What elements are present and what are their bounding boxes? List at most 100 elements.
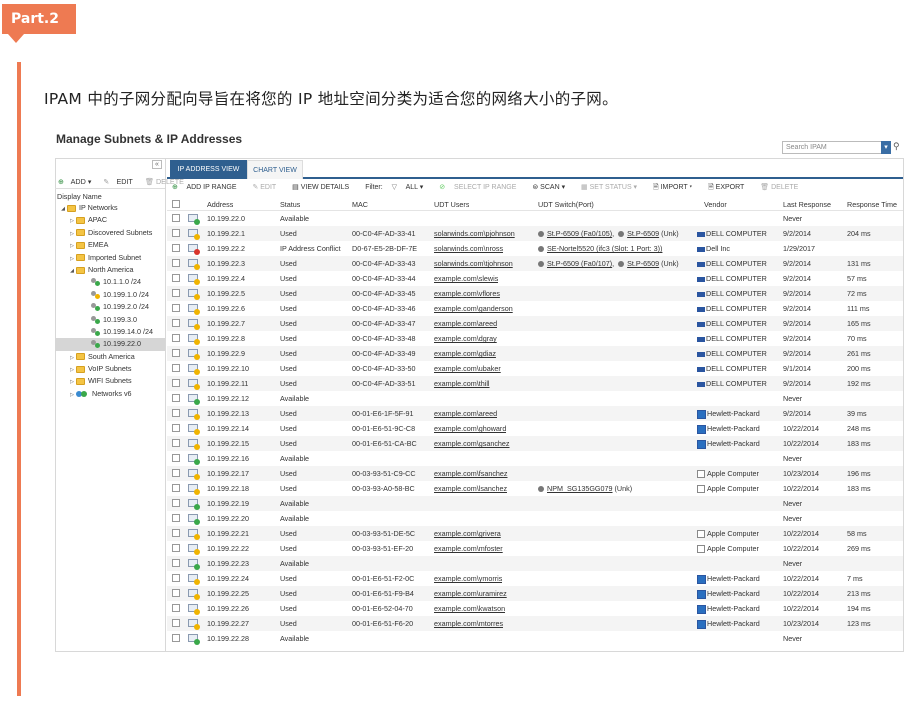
row-checkbox[interactable] <box>172 559 180 567</box>
switch-port-link[interactable]: NPM_SG135GG079 <box>547 484 613 493</box>
tree-node[interactable]: ▷ APAC <box>55 214 165 226</box>
table-row[interactable]: 10.199.22.14 Used 00-01-E6-51-9C-C8 example… <box>167 421 903 436</box>
view-details-button[interactable]: ▤ VIEW DETAILS <box>292 184 356 191</box>
udt-user-link[interactable]: solarwinds.com\nross <box>434 241 503 256</box>
udt-user-link[interactable]: example.com\gdiaz <box>434 346 496 361</box>
udt-user-link[interactable]: example.com\areed <box>434 316 497 331</box>
row-checkbox[interactable] <box>172 364 180 372</box>
tree-node[interactable]: 10.199.1.0 /24 <box>55 289 165 301</box>
sidebar-edit-button[interactable]: ✎ EDIT <box>103 177 137 186</box>
scan-dropdown[interactable]: ⊜ SCAN ▾ <box>532 184 572 191</box>
udt-user-link[interactable]: example.com\thill <box>434 376 490 391</box>
udt-user-link[interactable]: example.com\ghoward <box>434 421 506 436</box>
table-row[interactable]: 10.199.22.3 Used 00-C0-4F-AD-33-43 solarwin… <box>167 256 903 271</box>
row-checkbox[interactable] <box>172 589 180 597</box>
table-row[interactable]: 10.199.22.2 IP Address Conflict D0-67-E5-2… <box>167 241 903 256</box>
tree-node[interactable]: 10.199.2.0 /24 <box>55 301 165 313</box>
table-row[interactable]: 10.199.22.5 Used 00-C0-4F-AD-33-45 example.… <box>167 286 903 301</box>
table-row[interactable]: 10.199.22.16 Available Never <box>167 451 903 466</box>
table-row[interactable]: 10.199.22.1 Used 00-C0-4F-AD-33-41 solarwin… <box>167 226 903 241</box>
row-checkbox[interactable] <box>172 409 180 417</box>
switch-port-link[interactable]: St.P-6509 <box>627 229 659 238</box>
table-row[interactable]: 10.199.22.22 Used 00-03-93-51-EF-20 example… <box>167 541 903 556</box>
select-all-checkbox[interactable] <box>172 200 180 208</box>
row-checkbox[interactable] <box>172 274 180 282</box>
row-checkbox[interactable] <box>172 619 180 627</box>
tab-ip-address-view[interactable]: IP ADDRESS VIEW <box>170 160 247 179</box>
table-row[interactable]: 10.199.22.23 Available Never <box>167 556 903 571</box>
udt-user-link[interactable]: example.com\ganderson <box>434 301 513 316</box>
select-ip-range-button[interactable]: ⊘ SELECT IP RANGE <box>439 184 523 191</box>
table-row[interactable]: 10.199.22.8 Used 00-C0-4F-AD-33-48 example.… <box>167 331 903 346</box>
udt-user-link[interactable]: example.com\mfoster <box>434 541 503 556</box>
table-row[interactable]: 10.199.22.25 Used 00-01-E6-51-F9-B4 example… <box>167 586 903 601</box>
udt-user-link[interactable]: example.com\dgray <box>434 331 497 346</box>
tree-node[interactable]: 10.199.22.0 <box>55 338 165 351</box>
row-checkbox[interactable] <box>172 319 180 327</box>
row-checkbox[interactable] <box>172 244 180 252</box>
udt-user-link[interactable]: example.com\kwatson <box>434 601 505 616</box>
tree-node[interactable]: ◢ North America <box>55 264 165 276</box>
collapse-sidebar-button[interactable]: « <box>152 160 162 169</box>
row-checkbox[interactable] <box>172 424 180 432</box>
col-vendor[interactable]: Vendor <box>704 198 727 211</box>
udt-user-link[interactable]: example.com\lsanchez <box>434 481 507 496</box>
row-checkbox[interactable] <box>172 229 180 237</box>
udt-user-link[interactable]: example.com\vflores <box>434 286 500 301</box>
udt-user-link[interactable]: example.com\grivera <box>434 526 501 541</box>
col-udt-users[interactable]: UDT Users <box>434 198 469 211</box>
tab-chart-view[interactable]: CHART VIEW <box>247 160 303 179</box>
row-checkbox[interactable] <box>172 574 180 582</box>
row-checkbox[interactable] <box>172 304 180 312</box>
table-row[interactable]: 10.199.22.28 Available Never <box>167 631 903 646</box>
search-dropdown-button[interactable]: ▾ <box>881 141 891 154</box>
delete-button[interactable]: 🗑 DELETE <box>760 184 805 191</box>
row-checkbox[interactable] <box>172 454 180 462</box>
udt-user-link[interactable]: example.com\gsanchez <box>434 436 510 451</box>
row-checkbox[interactable] <box>172 484 180 492</box>
table-row[interactable]: 10.199.22.21 Used 00-03-93-51-DE-5C example… <box>167 526 903 541</box>
table-row[interactable]: 10.199.22.11 Used 00-C0-4F-AD-33-51 example… <box>167 376 903 391</box>
row-checkbox[interactable] <box>172 529 180 537</box>
table-row[interactable]: 10.199.22.12 Available Never <box>167 391 903 406</box>
switch-port-link[interactable]: St.P-6509 (Fa0/105) <box>547 229 612 238</box>
switch-port-link[interactable]: St.P-6509 <box>627 259 659 268</box>
table-row[interactable]: 10.199.22.4 Used 00-C0-4F-AD-33-44 example.… <box>167 271 903 286</box>
col-last-response[interactable]: Last Response <box>783 198 831 211</box>
tree-node[interactable]: ▷ WIFI Subnets <box>55 375 165 387</box>
col-mac[interactable]: MAC <box>352 198 368 211</box>
row-checkbox[interactable] <box>172 544 180 552</box>
tree-node[interactable]: ▷ Networks v6 <box>55 388 165 400</box>
tree-node[interactable]: 10.199.3.0 <box>55 314 165 326</box>
row-checkbox[interactable] <box>172 499 180 507</box>
row-checkbox[interactable] <box>172 214 180 222</box>
tree-node[interactable]: ▷ Discovered Subnets <box>55 227 165 239</box>
col-address[interactable]: Address <box>207 198 233 211</box>
udt-user-link[interactable]: solarwinds.com\tjohnson <box>434 256 513 271</box>
row-checkbox[interactable] <box>172 334 180 342</box>
sidebar-add-button[interactable]: ⊕ ADD ▾ <box>58 177 96 186</box>
udt-user-link[interactable]: example.com\ymorris <box>434 571 502 586</box>
row-checkbox[interactable] <box>172 469 180 477</box>
row-checkbox[interactable] <box>172 349 180 357</box>
udt-user-link[interactable]: example.com\ubaker <box>434 361 501 376</box>
table-row[interactable]: 10.199.22.27 Used 00-01-E6-51-F6-20 example… <box>167 616 903 631</box>
table-row[interactable]: 10.199.22.13 Used 00-01-E6-1F-5F-91 example… <box>167 406 903 421</box>
row-checkbox[interactable] <box>172 259 180 267</box>
filter-all-dropdown[interactable]: ▽ ALL ▾ <box>392 184 431 191</box>
tree-node[interactable]: ▷ South America <box>55 351 165 363</box>
udt-user-link[interactable]: example.com\fsanchez <box>434 466 508 481</box>
table-row[interactable]: 10.199.22.10 Used 00-C0-4F-AD-33-50 example… <box>167 361 903 376</box>
switch-port-link[interactable]: SE-Nortel5520 (ifc3 (Slot: 1 Port: 3)) <box>547 244 662 253</box>
udt-user-link[interactable]: example.com\uramirez <box>434 586 507 601</box>
set-status-dropdown[interactable]: ▦ SET STATUS ▾ <box>581 184 644 191</box>
add-ip-range-button[interactable]: ⊕ ADD IP RANGE <box>172 184 244 191</box>
search-icon[interactable]: ⚲ <box>893 141 900 152</box>
udt-user-link[interactable]: solarwinds.com\pjohnson <box>434 226 515 241</box>
row-checkbox[interactable] <box>172 604 180 612</box>
row-checkbox[interactable] <box>172 379 180 387</box>
udt-user-link[interactable]: example.com\areed <box>434 406 497 421</box>
udt-user-link[interactable]: example.com\slewis <box>434 271 498 286</box>
tree-node[interactable]: 10.199.14.0 /24 <box>55 326 165 338</box>
udt-user-link[interactable]: example.com\mtorres <box>434 616 503 631</box>
